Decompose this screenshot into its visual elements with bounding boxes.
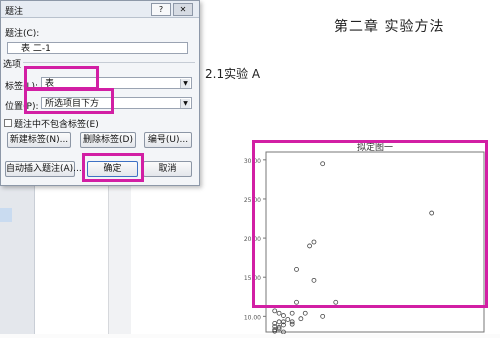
options-separator bbox=[23, 62, 195, 63]
options-label: 选项 bbox=[3, 60, 22, 70]
data-point bbox=[320, 313, 326, 319]
cancel-button[interactable]: 取消 bbox=[143, 161, 192, 177]
chevron-down-icon[interactable]: ▼ bbox=[180, 99, 190, 108]
nav-selection-indicator bbox=[0, 208, 12, 222]
data-point bbox=[298, 316, 304, 322]
exclude-label-checkbox[interactable] bbox=[4, 119, 12, 127]
new-label-button[interactable]: 新建标签(N)... bbox=[7, 132, 71, 148]
numbering-button[interactable]: 编号(U)... bbox=[144, 132, 192, 148]
data-point bbox=[276, 319, 282, 325]
position-highlight-box bbox=[24, 88, 114, 114]
caption-label: 题注(C): bbox=[5, 29, 40, 39]
help-button[interactable]: ? bbox=[151, 3, 171, 16]
data-point bbox=[289, 310, 295, 316]
chapter-title: 第二章 实验方法 bbox=[334, 19, 445, 35]
dialog-title: 题注 bbox=[5, 7, 24, 17]
data-point bbox=[276, 310, 282, 316]
y-tick-label: 10.00 bbox=[244, 314, 261, 321]
data-point bbox=[281, 313, 286, 318]
delete-label-button[interactable]: 删除标签(D) bbox=[80, 132, 136, 148]
exclude-label-text: 题注中不包含标签(E) bbox=[14, 120, 99, 130]
autocaption-button[interactable]: 自动插入题注(A)... bbox=[5, 161, 82, 177]
chevron-down-icon[interactable]: ▼ bbox=[180, 79, 190, 88]
ok-highlight-box bbox=[82, 153, 144, 182]
dialog-titlebar[interactable]: 题注 ? ✕ bbox=[1, 1, 199, 18]
section-title: 2.1实验 A bbox=[205, 67, 261, 81]
caption-value: 表 二-1 bbox=[21, 44, 51, 54]
chart-highlight-box bbox=[252, 140, 488, 308]
data-point bbox=[302, 310, 308, 316]
close-button[interactable]: ✕ bbox=[173, 3, 193, 16]
data-point bbox=[285, 317, 291, 322]
label-highlight-box bbox=[24, 66, 99, 90]
data-point bbox=[272, 308, 278, 314]
caption-input[interactable]: 表 二-1 bbox=[7, 42, 188, 54]
